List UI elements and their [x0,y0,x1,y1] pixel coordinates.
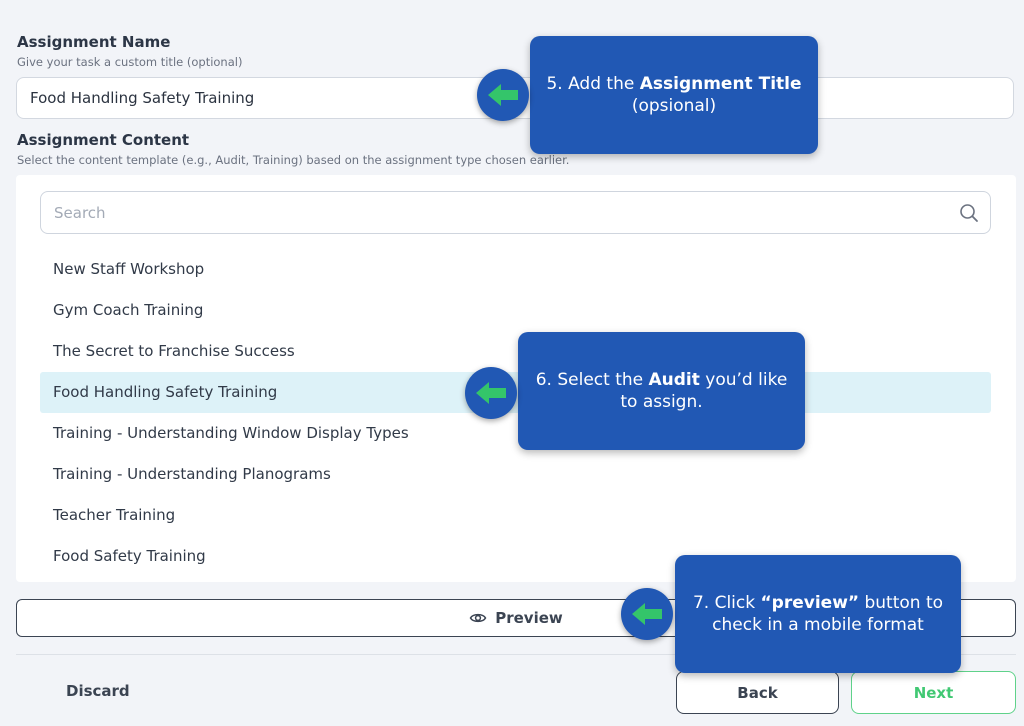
callout-step-7: 7. Click “preview” button to check in a … [675,555,961,673]
assignment-content-hint: Select the content template (e.g., Audit… [17,153,570,167]
assignment-content-title: Assignment Content [17,131,190,149]
search-input[interactable] [41,192,967,233]
callout-step-6-prefix: 6. Select the [535,370,649,390]
content-list-item[interactable]: Teacher Training [40,495,991,536]
green-left-arrow-icon [465,367,517,419]
callout-step-7-text: 7. Click “preview” button to check in a … [689,592,947,636]
preview-label: Preview [495,609,563,627]
back-label: Back [737,683,778,702]
callout-step-7-bold: “preview” [760,593,860,613]
next-label: Next [913,683,954,702]
discard-button[interactable]: Discard [66,682,130,700]
callout-step-5-suffix: (opsional) [631,96,717,116]
content-list-item[interactable]: Training - Understanding Window Display … [40,413,991,454]
assignment-name-hint: Give your task a custom title (optional) [17,55,243,69]
callout-step-5-bold: Assignment Title [639,74,802,94]
search-box [40,191,991,234]
content-list-item[interactable]: The Secret to Franchise Success [40,331,991,372]
green-left-arrow-icon [477,69,529,121]
content-list-item[interactable]: Gym Coach Training [40,290,991,331]
eye-icon [469,613,487,623]
content-list-item[interactable]: Training - Understanding Planograms [40,454,991,495]
next-button[interactable]: Next [851,671,1016,714]
callout-step-5-line1: 5. Add the Assignment Title [544,73,804,95]
callout-step-7-prefix: 7. Click [692,593,761,613]
search-icon[interactable] [958,202,980,224]
assignment-name-title: Assignment Name [17,33,171,51]
content-list-item[interactable]: New Staff Workshop [40,249,991,290]
callout-step-5: 5. Add the Assignment Title (opsional) [530,36,818,154]
callout-step-6: 6. Select the Audit you’d like to assign… [518,332,805,450]
back-button[interactable]: Back [676,671,839,714]
callout-step-6-bold: Audit [648,370,700,390]
callout-step-6-text: 6. Select the Audit you’d like to assign… [532,369,791,413]
callout-step-5-prefix: 5. Add the [546,74,640,94]
green-left-arrow-icon [621,588,673,640]
